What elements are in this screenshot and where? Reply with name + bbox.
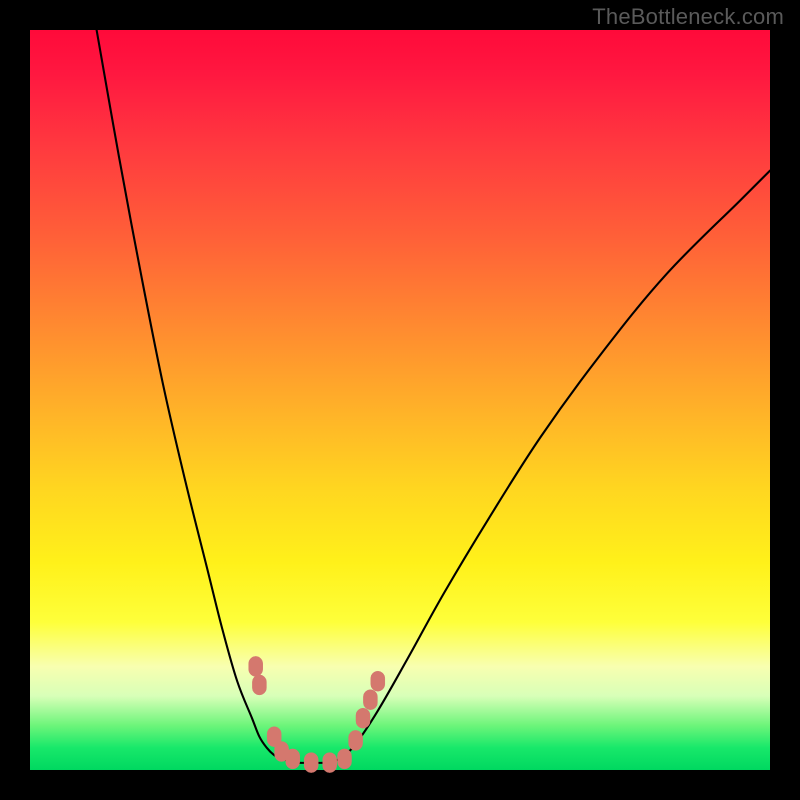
curve-marker [323,753,337,773]
watermark-text: TheBottleneck.com [592,4,784,30]
plot-area [30,30,770,770]
chart-frame: TheBottleneck.com [0,0,800,800]
bottleneck-curve [97,30,770,763]
curve-marker [304,753,318,773]
curve-marker [371,671,385,691]
curve-marker [338,749,352,769]
curve-layer [30,30,770,770]
curve-marker [363,690,377,710]
curve-marker [356,708,370,728]
curve-marker [286,749,300,769]
curve-marker [349,730,363,750]
curve-marker [249,656,263,676]
curve-marker [252,675,266,695]
marker-group [249,656,385,772]
